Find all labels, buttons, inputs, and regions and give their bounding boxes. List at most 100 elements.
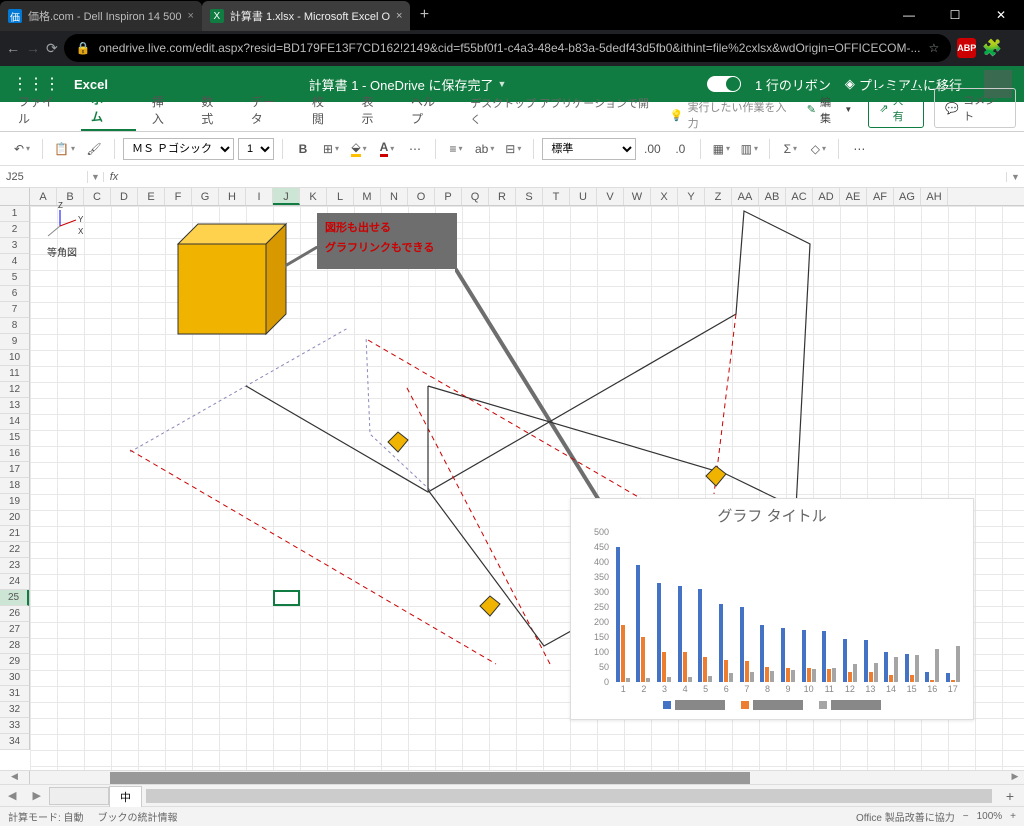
comment-button[interactable]: 💬 コメント <box>934 88 1016 128</box>
col-header-M[interactable]: M <box>354 188 381 205</box>
star-icon[interactable]: ☆ <box>928 41 939 55</box>
improve-office[interactable]: Office 製品改善に協力 <box>856 809 955 824</box>
workbook-stats[interactable]: ブックの統計情報 <box>98 809 178 824</box>
row-header-20[interactable]: 20 <box>0 510 29 526</box>
row-header-9[interactable]: 9 <box>0 334 29 350</box>
row-header-17[interactable]: 17 <box>0 462 29 478</box>
spreadsheet-grid[interactable]: ABCDEFGHIJKLMNOPQRSTUVWXYZAAABACADAEAFAG… <box>0 188 1024 770</box>
col-header-I[interactable]: I <box>246 188 273 205</box>
row-header-29[interactable]: 29 <box>0 654 29 670</box>
font-select[interactable]: ＭＳ Ｐゴシック <box>123 138 234 160</box>
format-table-button[interactable]: ▥▾ <box>737 137 761 161</box>
row-header-31[interactable]: 31 <box>0 686 29 702</box>
row-header-11[interactable]: 11 <box>0 366 29 382</box>
col-header-B[interactable]: B <box>57 188 84 205</box>
fx-icon[interactable]: fx <box>104 171 124 183</box>
col-header-AC[interactable]: AC <box>786 188 813 205</box>
wrap-text-button[interactable]: ab▾ <box>472 137 497 161</box>
col-header-P[interactable]: P <box>435 188 462 205</box>
chevron-down-icon[interactable]: ▼ <box>498 79 507 89</box>
select-all-corner[interactable] <box>0 188 30 205</box>
col-header-O[interactable]: O <box>408 188 435 205</box>
row-header-30[interactable]: 30 <box>0 670 29 686</box>
paste-button[interactable]: 📋▾ <box>51 137 78 161</box>
forward-button[interactable]: → <box>26 34 40 62</box>
sheet-tab-active[interactable]: 中 <box>109 786 142 807</box>
expand-formula-icon[interactable]: ▼ <box>1006 172 1024 182</box>
edit-mode-button[interactable]: ✎ 編集 ▼ <box>801 92 859 128</box>
row-header-25[interactable]: 25 <box>0 590 29 606</box>
col-header-H[interactable]: H <box>219 188 246 205</box>
share-button[interactable]: ⇗ 共有 <box>868 88 924 128</box>
col-header-V[interactable]: V <box>597 188 624 205</box>
font-size-select[interactable]: 11 <box>238 138 274 160</box>
row-header-26[interactable]: 26 <box>0 606 29 622</box>
browser-tab-2[interactable]: X 計算書 1.xlsx - Microsoft Excel O × <box>202 1 411 31</box>
sheet-nav-prev[interactable]: ◀ <box>0 789 24 802</box>
col-header-J[interactable]: J <box>273 188 300 205</box>
row-header-27[interactable]: 27 <box>0 622 29 638</box>
open-desktop-link[interactable]: デスクトップ アプリケーションで開く <box>462 91 664 131</box>
more-button[interactable]: ⋯ <box>847 137 871 161</box>
tab-help[interactable]: ヘルプ <box>401 89 456 131</box>
col-header-D[interactable]: D <box>111 188 138 205</box>
col-header-AG[interactable]: AG <box>894 188 921 205</box>
calc-mode[interactable]: 計算モード: 自動 <box>8 809 84 824</box>
row-header-32[interactable]: 32 <box>0 702 29 718</box>
format-painter-button[interactable]: 🖌 <box>82 137 106 161</box>
tab-data[interactable]: データ <box>241 89 296 131</box>
row-header-34[interactable]: 34 <box>0 734 29 750</box>
col-header-X[interactable]: X <box>651 188 678 205</box>
row-header-7[interactable]: 7 <box>0 302 29 318</box>
col-header-AA[interactable]: AA <box>732 188 759 205</box>
row-header-23[interactable]: 23 <box>0 558 29 574</box>
row-header-15[interactable]: 15 <box>0 430 29 446</box>
col-header-Z[interactable]: Z <box>705 188 732 205</box>
row-header-1[interactable]: 1 <box>0 206 29 222</box>
row-header-10[interactable]: 10 <box>0 350 29 366</box>
tab-file[interactable]: ファイル <box>8 89 75 131</box>
row-header-12[interactable]: 12 <box>0 382 29 398</box>
row-header-22[interactable]: 22 <box>0 542 29 558</box>
font-color-button[interactable]: A▾ <box>375 137 399 161</box>
back-button[interactable]: ← <box>6 34 20 62</box>
col-header-C[interactable]: C <box>84 188 111 205</box>
col-header-AE[interactable]: AE <box>840 188 867 205</box>
row-header-3[interactable]: 3 <box>0 238 29 254</box>
zoom-out-button[interactable]: − <box>963 811 969 822</box>
more-font-button[interactable]: ⋯ <box>403 137 427 161</box>
col-header-U[interactable]: U <box>570 188 597 205</box>
clear-button[interactable]: ◇▾ <box>806 137 830 161</box>
name-box[interactable]: J25 <box>0 171 88 183</box>
close-window-button[interactable]: ✕ <box>978 0 1024 30</box>
horizontal-scrollbar[interactable]: ◀ ▶ <box>0 770 1024 784</box>
col-header-W[interactable]: W <box>624 188 651 205</box>
close-icon[interactable]: × <box>396 10 402 22</box>
row-header-21[interactable]: 21 <box>0 526 29 542</box>
col-header-AB[interactable]: AB <box>759 188 786 205</box>
increase-decimal-button[interactable]: .00 <box>640 137 664 161</box>
tab-view[interactable]: 表示 <box>351 89 394 131</box>
add-sheet-button[interactable]: + <box>996 788 1024 804</box>
col-header-F[interactable]: F <box>165 188 192 205</box>
ribbon-toggle[interactable] <box>707 76 741 92</box>
col-header-S[interactable]: S <box>516 188 543 205</box>
row-header-19[interactable]: 19 <box>0 494 29 510</box>
fill-color-button[interactable]: ⬙▾ <box>347 137 371 161</box>
sheet-strip[interactable] <box>49 787 109 805</box>
col-header-R[interactable]: R <box>489 188 516 205</box>
col-header-Y[interactable]: Y <box>678 188 705 205</box>
col-header-E[interactable]: E <box>138 188 165 205</box>
row-header-24[interactable]: 24 <box>0 574 29 590</box>
tab-home[interactable]: ホーム <box>81 87 136 131</box>
row-header-5[interactable]: 5 <box>0 270 29 286</box>
tell-me-search[interactable]: 💡 実行したい作業を入力 <box>670 99 795 131</box>
active-cell[interactable] <box>273 590 300 606</box>
conditional-format-button[interactable]: ▦▾ <box>709 137 733 161</box>
name-box-dropdown[interactable]: ▼ <box>88 172 104 182</box>
close-icon[interactable]: × <box>187 10 193 22</box>
zoom-in-button[interactable]: + <box>1010 811 1016 822</box>
merge-button[interactable]: ⊟▾ <box>501 137 525 161</box>
browser-tab-1[interactable]: 価 価格.com - Dell Inspiron 14 500 × <box>0 1 202 31</box>
tab-insert[interactable]: 挿入 <box>142 89 185 131</box>
